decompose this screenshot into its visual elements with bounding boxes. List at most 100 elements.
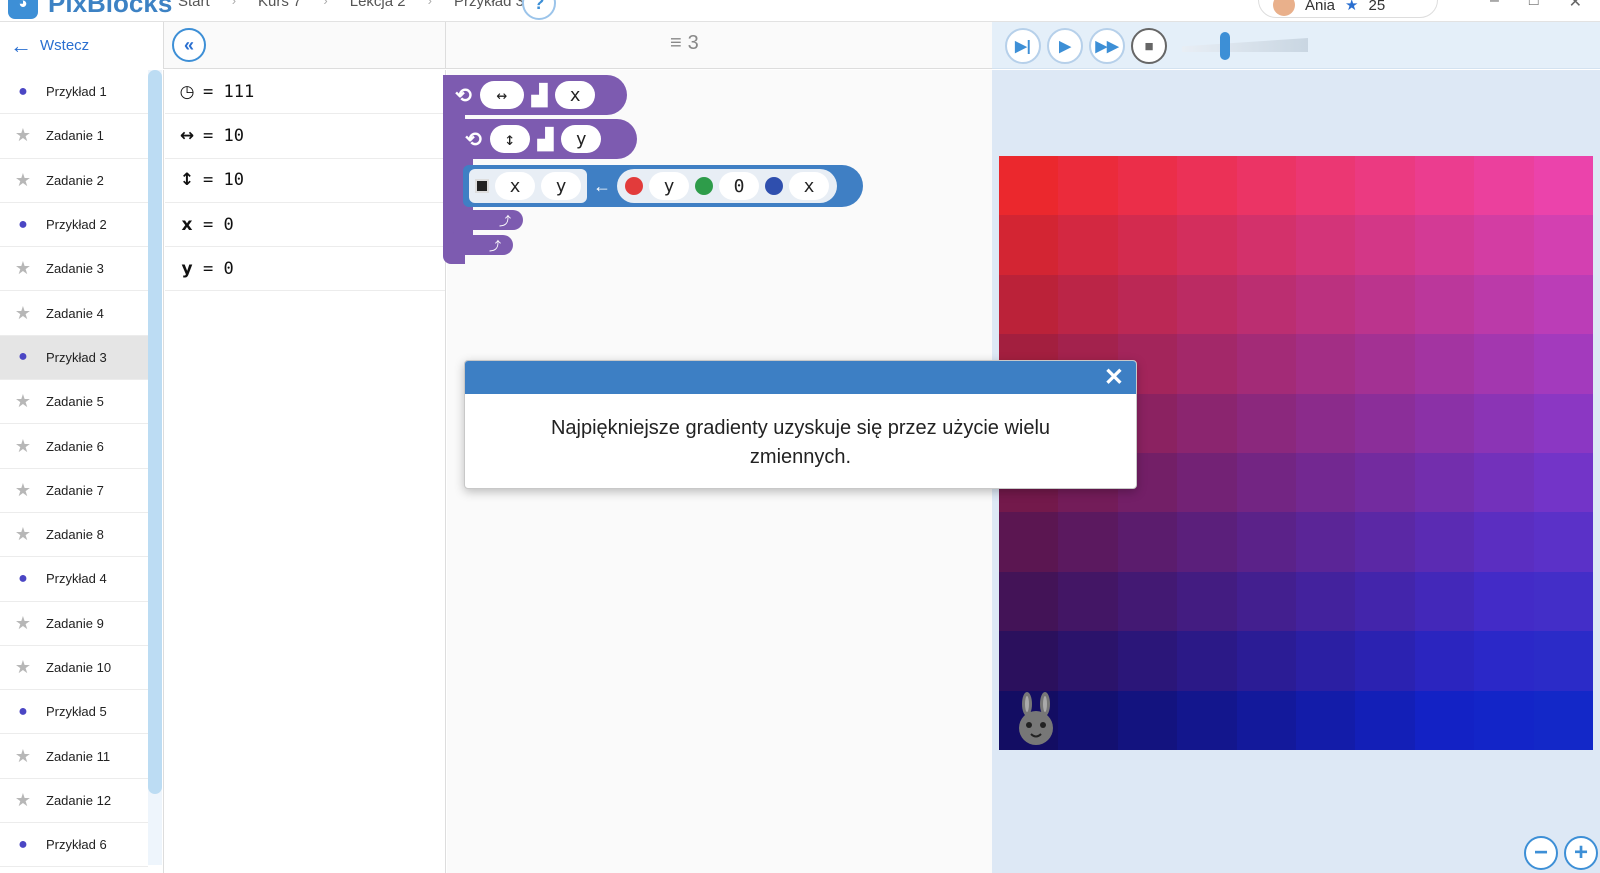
sidebar-item-lesson[interactable]: ★ Zadanie 7 [0, 469, 148, 513]
pixel-cell [999, 215, 1059, 275]
breadcrumb-item[interactable]: Kurs 7 [258, 0, 301, 10]
pixel-cell [1177, 571, 1237, 632]
pixel-cell [1296, 393, 1356, 453]
variable-row: ◷ = 111 [165, 70, 445, 115]
color-value: y 0 x [617, 169, 837, 203]
sidebar-item-lesson[interactable]: ★ Zadanie 6 [0, 424, 148, 469]
breadcrumb-item[interactable]: Przykład 3 [454, 0, 524, 10]
outer-loop-var[interactable]: x [555, 81, 596, 109]
sidebar-item-lesson[interactable]: ★ Zadanie 10 [0, 646, 148, 691]
help-button[interactable]: ? [522, 0, 556, 20]
sidebar-item-lesson[interactable]: ★ Zadanie 8 [0, 513, 148, 558]
pixel-cell [1296, 571, 1356, 632]
pixel-cell [1177, 453, 1237, 513]
speed-slider-handle[interactable] [1220, 32, 1230, 60]
sidebar-item-lesson[interactable]: ● Przykład 5 [0, 690, 148, 735]
close-dialog-button[interactable]: ✕ [1104, 363, 1124, 392]
speed-slider-track[interactable] [1182, 38, 1308, 52]
pixel-cell [1474, 453, 1534, 513]
blue-input[interactable]: x [789, 172, 829, 200]
zoom-out-button[interactable]: − [1524, 836, 1558, 870]
breadcrumb-item[interactable]: Start [178, 0, 210, 10]
pixel-cell [1533, 334, 1593, 394]
pixel-cell [1414, 156, 1475, 216]
pixel-cell [1474, 156, 1534, 216]
pixel-cell [1058, 274, 1118, 335]
pixel-cell [1533, 571, 1593, 632]
red-dot-icon [625, 177, 643, 195]
set-pixel-block[interactable]: x y ← y 0 x [463, 165, 863, 207]
sidebar-item-label: Zadanie 10 [46, 660, 112, 675]
breadcrumb-item[interactable]: Lekcja 2 [350, 0, 406, 10]
play-button[interactable]: ▶ [1047, 28, 1083, 64]
lesson-sidebar: ● Przykład 1 ★ Zadanie 1 ★ Zadanie 2 ● Przykład… [0, 70, 164, 873]
sidebar-item-label: Zadanie 8 [46, 527, 104, 543]
star-icon: ★ [14, 302, 32, 323]
chevron-right-icon: › [323, 0, 328, 8]
maximize-button[interactable]: □ [1529, 0, 1539, 12]
sidebar-item-lesson[interactable]: ● Przykład 1 [0, 70, 148, 115]
step-button[interactable]: ▶| [1005, 28, 1041, 64]
variable-row: ↔ = 10 [165, 114, 445, 159]
sidebar-item-lesson[interactable]: ● Przykład 6 [0, 823, 148, 868]
star-icon: ★ [14, 524, 32, 545]
sidebar-item-label: Przykład 6 [46, 837, 107, 853]
pixel-cell [1296, 631, 1356, 691]
pixel-y-input[interactable]: y [541, 172, 581, 200]
pixel-cell [1355, 453, 1415, 513]
sidebar-item-label: Zadanie 5 [46, 394, 104, 410]
chevron-right-icon: › [427, 0, 432, 8]
inner-loop-var[interactable]: y [561, 125, 602, 153]
variable-value: = 10 [203, 170, 244, 191]
outer-loop-header[interactable]: ⟲ ↔ ▟ x [443, 75, 627, 115]
pixel-cell [1236, 631, 1296, 691]
minimize-button[interactable]: – [1490, 0, 1499, 12]
close-window-button[interactable]: ✕ [1569, 0, 1582, 12]
user-menu[interactable]: Ania ★ 25 [1258, 0, 1438, 18]
star-icon: ★ [14, 657, 32, 677]
pixel-cell [1533, 453, 1593, 513]
sidebar-item-lesson[interactable]: ★ Zadanie 9 [0, 602, 148, 646]
variables-panel: ◷ = 111 ↔ = 10 ↕ = 10 x = 0 y = 0 [165, 70, 446, 873]
fast-forward-button[interactable]: ▶▶ [1089, 28, 1125, 64]
chevron-right-icon: › [231, 0, 237, 8]
scrollbar-thumb[interactable] [148, 70, 162, 794]
inner-loop-header[interactable]: ⟲ ↕ ▟ y [453, 119, 637, 159]
sidebar-item-lesson[interactable]: ★ Zadanie 4 [0, 291, 148, 336]
pixel-cell [1296, 453, 1356, 513]
variable-value: = 0 [203, 258, 234, 279]
pixel-cell [1355, 631, 1415, 691]
sidebar-item-lesson[interactable]: ● Przykład 4 [0, 557, 148, 602]
vertical-arrows-icon: ↕ [489, 125, 530, 153]
zoom-in-button[interactable]: + [1564, 836, 1598, 870]
stop-button[interactable]: ■ [1131, 28, 1167, 64]
sidebar-item-lesson[interactable]: ★ Zadanie 2 [0, 159, 148, 203]
sidebar-item-label: Zadanie 7 [46, 482, 104, 498]
red-input[interactable]: y [649, 172, 689, 200]
pixel-cell [1117, 156, 1178, 216]
pixel-cell [1058, 631, 1118, 691]
green-input[interactable]: 0 [719, 172, 759, 200]
pixel-cell [1236, 156, 1296, 216]
sidebar-item-lesson[interactable]: ★ Zadanie 11 [0, 734, 148, 779]
collapse-sidebar-button[interactable]: « [172, 28, 206, 62]
pixel-cell [1117, 512, 1178, 572]
window-controls: – □ ✕ [1490, 0, 1582, 12]
pixel-cell [1058, 512, 1118, 572]
sidebar-item-lesson[interactable]: ● Przykład 3 [0, 335, 148, 381]
pixel-x-input[interactable]: x [495, 172, 535, 200]
bulb-icon: ● [18, 835, 28, 853]
sidebar-item-lesson[interactable]: ★ Zadanie 3 [0, 247, 148, 292]
pixel-cell [1355, 690, 1415, 750]
sidebar-item-lesson[interactable]: ● Przykład 2 [0, 203, 148, 248]
sidebar-item-lesson[interactable]: ★ Zadanie 1 [0, 114, 148, 159]
bulb-icon: ● [18, 348, 28, 366]
pixel-cell [1355, 215, 1415, 275]
bulb-icon: ● [18, 82, 28, 100]
arrow-left-icon: ← [10, 32, 32, 58]
star-icon: ★ [14, 479, 32, 500]
sidebar-item-lesson[interactable]: ★ Zadanie 5 [0, 380, 148, 425]
back-button[interactable]: ← Wstecz [0, 22, 164, 69]
vertical-arrows-icon: ↕ [179, 170, 195, 191]
sidebar-item-lesson[interactable]: ★ Zadanie 12 [0, 779, 148, 824]
